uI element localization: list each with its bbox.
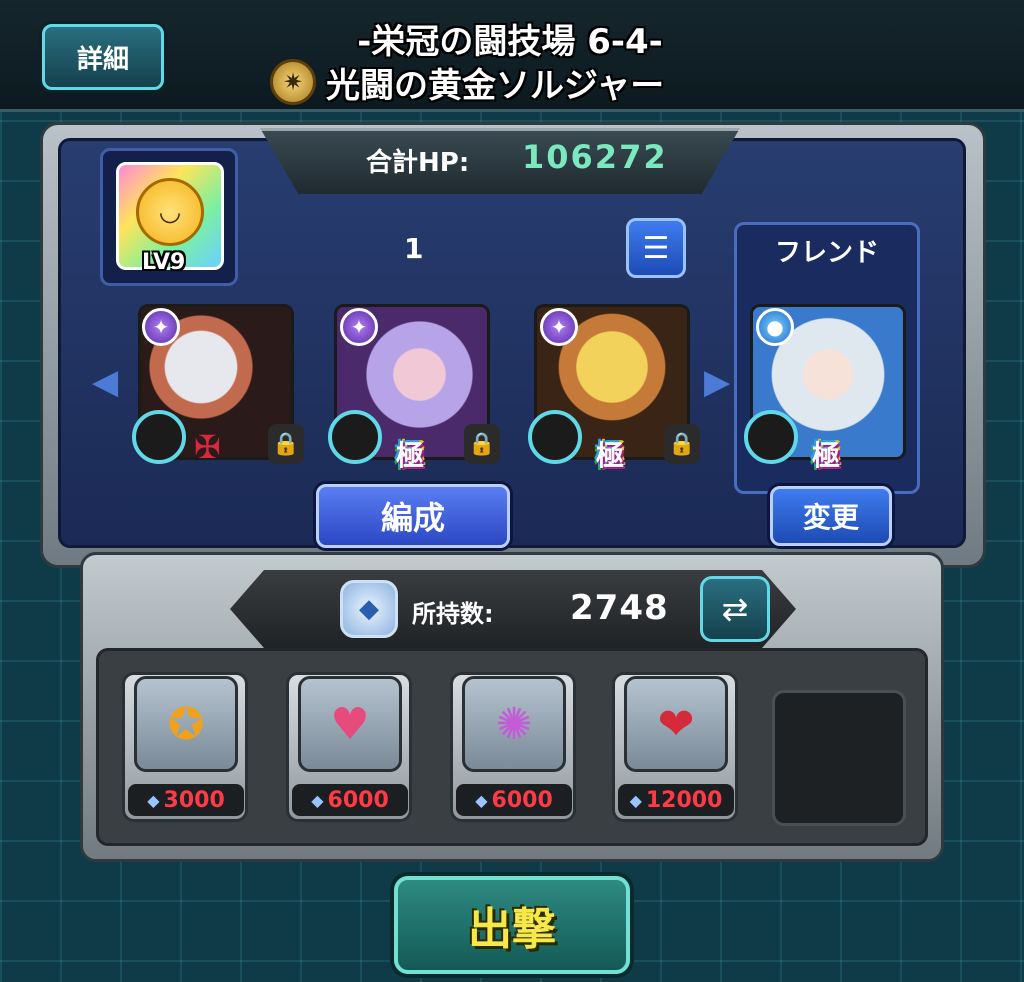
lock-icon: 🔒	[464, 424, 500, 464]
owned-value: 2748	[570, 588, 669, 628]
light-element-icon: ✷	[270, 59, 316, 105]
gauge-badge: 極	[396, 439, 425, 472]
item-price: ◆ 12000	[618, 784, 734, 816]
item-price: ◆ 3000	[128, 784, 244, 816]
speed-up-item-icon: ✪	[134, 676, 238, 772]
list-button[interactable]: ☰	[626, 218, 686, 278]
crystal-icon: ◆	[475, 790, 488, 810]
helper-level: LV9	[142, 250, 186, 275]
helper-face-icon: ◡	[136, 178, 204, 246]
apple-item-icon: ❤	[624, 676, 728, 772]
crystal-icon: ◆	[147, 790, 160, 810]
crystal-icon: ◆	[629, 790, 642, 810]
emblem-icon: ✠	[194, 428, 221, 466]
item-price-value: 12000	[645, 787, 723, 813]
list-icon: ☰	[642, 230, 670, 266]
swap-arrows-icon: ⇄	[721, 590, 749, 628]
heart-plus-item-icon: ♥	[298, 676, 402, 772]
gauge-badge: 極	[812, 439, 841, 472]
lock-icon: 🔒	[268, 424, 304, 464]
sortie-button[interactable]: 出撃	[394, 876, 630, 974]
skill-ring-icon	[528, 410, 582, 464]
empty-item-slot	[772, 690, 906, 826]
total-hp-label: 合計HP:	[366, 148, 470, 178]
item-price-value: 6000	[491, 787, 553, 813]
team-edit-button[interactable]: 編成	[316, 484, 510, 548]
dark-element-icon: ✦	[142, 308, 180, 346]
skill-ring-icon	[744, 410, 798, 464]
crystal-icon: ◆	[311, 790, 324, 810]
quest-row: ✷ 光闘の黄金ソルジャー	[270, 58, 664, 106]
total-hp-plate	[260, 128, 740, 194]
item-price-value: 6000	[327, 787, 389, 813]
friend-change-button[interactable]: 変更	[770, 486, 892, 546]
swap-button[interactable]: ⇄	[700, 576, 770, 642]
scroll-right-icon[interactable]: ▶	[704, 362, 730, 402]
crystal-icon: ◆	[340, 580, 398, 638]
burst-orb-item-icon: ✺	[462, 676, 566, 772]
item-price: ◆ 6000	[292, 784, 408, 816]
item-price-value: 3000	[163, 787, 225, 813]
detail-button[interactable]: 詳細	[42, 24, 164, 90]
owned-label: 所持数:	[412, 600, 494, 628]
item-price: ◆ 6000	[456, 784, 572, 816]
party-number: 1	[404, 232, 424, 265]
skill-ring-icon	[132, 410, 186, 464]
scroll-left-icon[interactable]: ◀	[92, 362, 118, 402]
dark-element-icon: ✦	[340, 308, 378, 346]
skill-ring-icon	[328, 410, 382, 464]
gauge-badge: 極	[596, 439, 625, 472]
quest-name: 光闘の黄金ソルジャー	[326, 65, 665, 106]
total-hp-value: 106272	[522, 138, 668, 176]
water-element-icon: ●	[756, 308, 794, 346]
dark-element-icon: ✦	[540, 308, 578, 346]
lock-icon: 🔒	[664, 424, 700, 464]
friend-label: フレンド	[774, 238, 879, 268]
stage-title: -栄冠の闘技場 6-4-	[357, 22, 663, 62]
